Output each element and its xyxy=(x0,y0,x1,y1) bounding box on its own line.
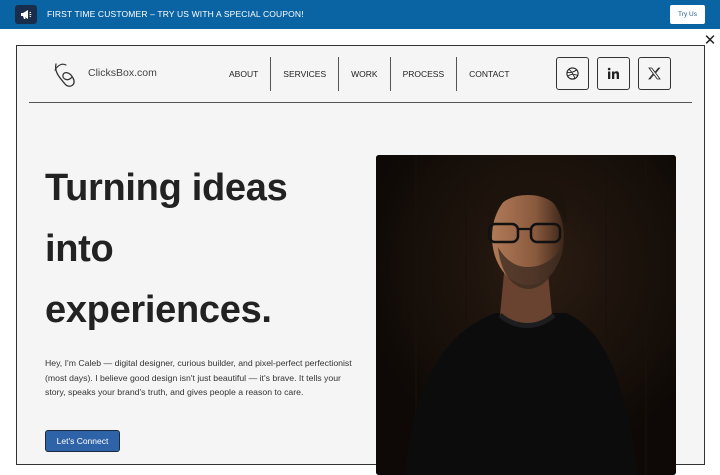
megaphone-icon xyxy=(15,5,37,24)
hero-title-line: into xyxy=(45,228,114,270)
linkedin-button[interactable] xyxy=(597,57,630,90)
close-icon[interactable]: ✕ xyxy=(703,33,717,48)
nav-contact[interactable]: CONTACT xyxy=(456,57,521,91)
nav-services[interactable]: SERVICES xyxy=(270,57,338,91)
promo-text: FIRST TIME CUSTOMER – TRY US WITH A SPEC… xyxy=(47,9,304,19)
logo-icon[interactable] xyxy=(51,60,81,90)
dribbble-button[interactable] xyxy=(556,57,589,90)
x-button[interactable] xyxy=(638,57,671,90)
hero-description: Hey, I'm Caleb — digital designer, curio… xyxy=(45,358,352,397)
try-us-button[interactable]: Try Us xyxy=(670,5,705,24)
hero-title: Turning ideas into experiences. xyxy=(45,158,365,341)
dribbble-icon xyxy=(566,67,579,80)
main-nav: ABOUT SERVICES WORK PROCESS CONTACT xyxy=(217,57,522,91)
social-links xyxy=(556,57,671,90)
header-divider xyxy=(29,102,692,103)
hero-title-line: experiences. xyxy=(45,289,272,331)
promo-banner: FIRST TIME CUSTOMER – TRY US WITH A SPEC… xyxy=(0,0,720,29)
nav-process[interactable]: PROCESS xyxy=(389,57,457,91)
page-frame: ClicksBox.com ABOUT SERVICES WORK PROCES… xyxy=(16,45,705,475)
x-icon xyxy=(648,67,661,80)
lets-connect-button[interactable]: Let's Connect xyxy=(45,430,120,452)
brand-name[interactable]: ClicksBox.com xyxy=(88,67,157,79)
linkedin-icon xyxy=(607,67,619,79)
nav-work[interactable]: WORK xyxy=(338,57,389,91)
portrait-photo xyxy=(376,155,676,475)
nav-about[interactable]: ABOUT xyxy=(217,57,270,91)
hero-title-line: Turning ideas xyxy=(45,167,288,209)
